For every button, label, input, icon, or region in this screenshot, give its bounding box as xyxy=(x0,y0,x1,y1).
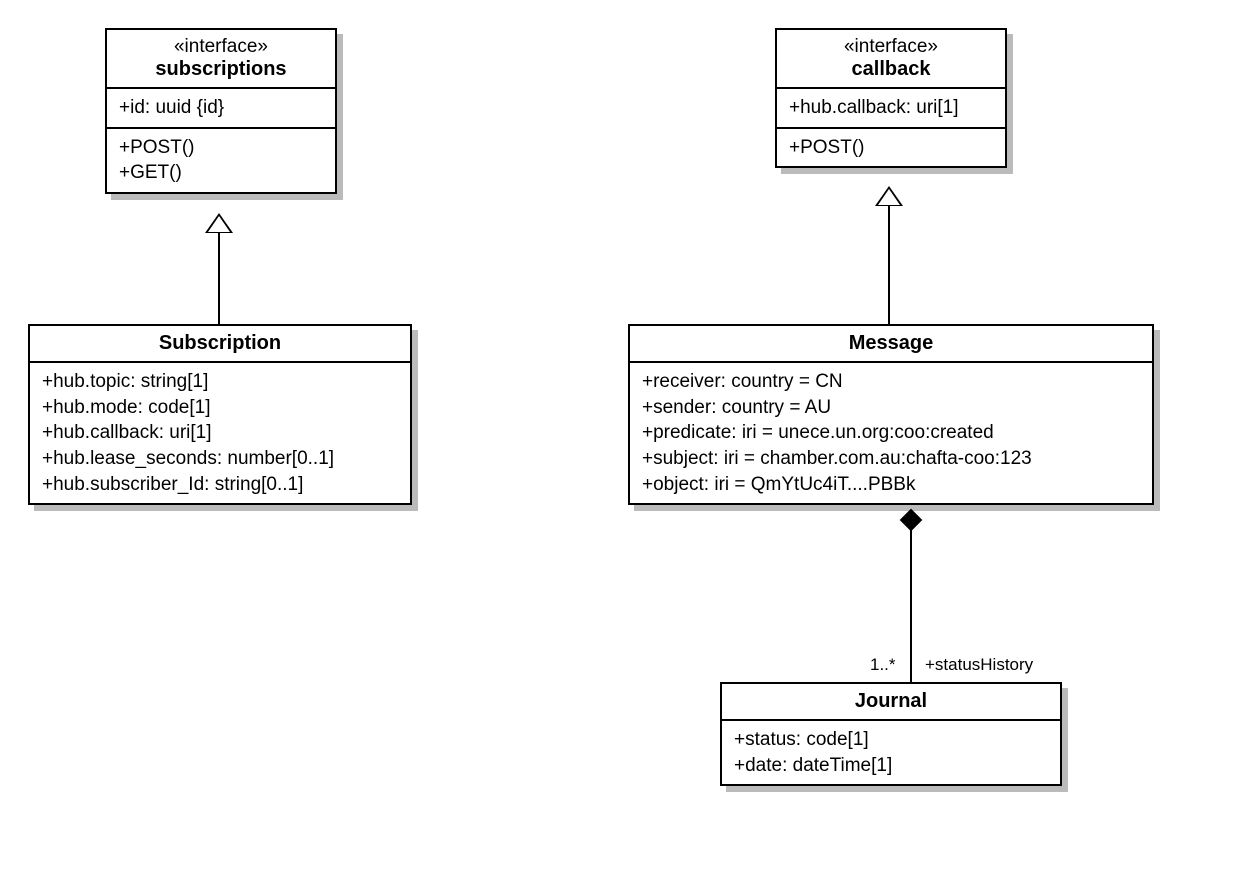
association-role-label: +statusHistory xyxy=(925,655,1033,675)
realization-arrowhead-icon xyxy=(875,186,903,206)
stereotype: «interface» xyxy=(789,36,993,58)
operation: +GET() xyxy=(119,160,323,186)
stereotype: «interface» xyxy=(119,36,323,58)
class-title: Message xyxy=(630,326,1152,363)
class-message: Message +receiver: country = CN +sender:… xyxy=(628,324,1154,505)
class-title: Subscription xyxy=(30,326,410,363)
operation: +POST() xyxy=(789,135,993,161)
class-title: «interface» subscriptions xyxy=(107,30,335,89)
attribute: +hub.lease_seconds: number[0..1] xyxy=(42,446,398,472)
class-name: callback xyxy=(789,58,993,81)
composition-line xyxy=(910,527,912,682)
realization-arrowhead-icon xyxy=(205,213,233,233)
attribute: +hub.subscriber_Id: string[0..1] xyxy=(42,472,398,498)
attribute: +hub.mode: code[1] xyxy=(42,395,398,421)
attribute: +object: iri = QmYtUc4iT....PBBk xyxy=(642,472,1140,498)
class-name: subscriptions xyxy=(119,58,323,81)
association-multiplicity-label: 1..* xyxy=(870,655,896,675)
operations: +POST() +GET() xyxy=(107,127,335,192)
attribute: +id: uuid {id} xyxy=(119,95,323,121)
class-subscriptions: «interface» subscriptions +id: uuid {id}… xyxy=(105,28,337,194)
operations: +POST() xyxy=(777,127,1005,167)
attributes: +id: uuid {id} xyxy=(107,89,335,127)
attributes: +hub.topic: string[1] +hub.mode: code[1]… xyxy=(30,363,410,503)
attribute: +predicate: iri = unece.un.org:coo:creat… xyxy=(642,420,1140,446)
class-name: Journal xyxy=(734,690,1048,713)
attributes: +receiver: country = CN +sender: country… xyxy=(630,363,1152,503)
attribute: +sender: country = AU xyxy=(642,395,1140,421)
attribute: +subject: iri = chamber.com.au:chafta-co… xyxy=(642,446,1140,472)
attribute: +hub.topic: string[1] xyxy=(42,369,398,395)
class-title: «interface» callback xyxy=(777,30,1005,89)
class-subscription: Subscription +hub.topic: string[1] +hub.… xyxy=(28,324,412,505)
attribute: +status: code[1] xyxy=(734,727,1048,753)
realization-line xyxy=(888,206,890,324)
class-journal: Journal +status: code[1] +date: dateTime… xyxy=(720,682,1062,786)
attribute: +receiver: country = CN xyxy=(642,369,1140,395)
attributes: +hub.callback: uri[1] xyxy=(777,89,1005,127)
attribute: +hub.callback: uri[1] xyxy=(789,95,993,121)
attribute: +hub.callback: uri[1] xyxy=(42,420,398,446)
class-name: Subscription xyxy=(42,332,398,355)
attribute: +date: dateTime[1] xyxy=(734,753,1048,779)
class-callback: «interface» callback +hub.callback: uri[… xyxy=(775,28,1007,168)
class-name: Message xyxy=(642,332,1140,355)
realization-line xyxy=(218,233,220,324)
class-title: Journal xyxy=(722,684,1060,721)
operation: +POST() xyxy=(119,135,323,161)
attributes: +status: code[1] +date: dateTime[1] xyxy=(722,721,1060,784)
